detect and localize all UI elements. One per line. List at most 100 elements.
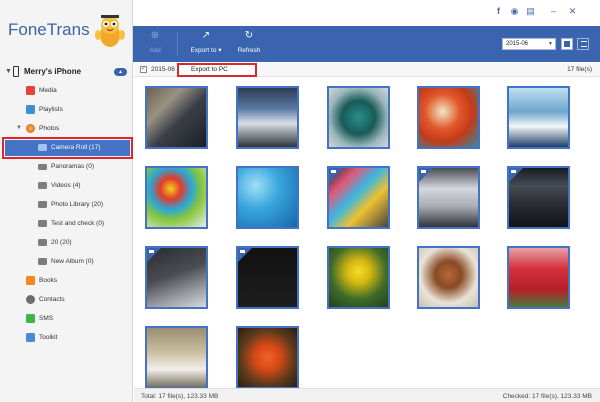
photo-thumbnail (238, 328, 297, 387)
collapse-arrow-icon[interactable]: ▼ (5, 68, 12, 75)
status-checked: Checked: 17 file(s), 123.33 MB (502, 393, 592, 400)
snowy-mountain-photo[interactable] (507, 86, 570, 149)
album-icon (38, 258, 47, 265)
dog-photo[interactable] (417, 246, 480, 309)
dodecahedron-photo[interactable] (327, 86, 390, 149)
sidebar-item-album-20[interactable]: 20 (20) (0, 236, 133, 250)
dark-settings-photo[interactable] (507, 166, 570, 229)
group-file-count: 17 file(s) (567, 66, 592, 73)
status-bar: Total: 17 file(s), 123.33 MB Checked: 17… (134, 388, 600, 402)
sidebar-item-label: 20 (20) (51, 239, 72, 246)
export-icon: ↗ (201, 30, 211, 41)
app-title: FoneTrans (8, 20, 90, 39)
video-badge-icon (238, 248, 252, 262)
video-badge-icon (509, 168, 523, 182)
photo-thumbnail (238, 168, 297, 227)
sidebar-item-label: New Album (0) (51, 258, 94, 265)
sidebar-item-label: Books (39, 277, 58, 284)
books-icon (26, 276, 35, 285)
video-badge-icon (419, 168, 433, 182)
export-to-button[interactable]: ↗ Export to ▾ (185, 30, 227, 58)
sidebar-item-camera-roll[interactable]: Camera Roll (17) (0, 141, 133, 155)
close-icon[interactable]: ✕ (567, 6, 578, 17)
tulip-field-photo[interactable] (507, 246, 570, 309)
device-name: Merry's iPhone (24, 67, 82, 76)
status-total: Total: 17 file(s), 123.33 MB (141, 393, 219, 400)
photo-thumbnail (147, 168, 206, 227)
laptop-photo[interactable] (145, 86, 208, 149)
date-filter-select[interactable]: 2015-06 ▼ (502, 38, 556, 50)
minimize-icon[interactable]: – (548, 6, 559, 17)
photo-thumbnail (147, 328, 206, 387)
facebook-icon[interactable]: f (493, 6, 504, 17)
sidebar: FoneTrans ▼ Merry's iPhone ▲ Media Playl… (0, 0, 133, 402)
phone-icon (13, 66, 19, 77)
screen-capture-photo[interactable] (417, 166, 480, 229)
sidebar-item-new-album[interactable]: New Album (0) (0, 255, 133, 269)
monitor-photo[interactable] (236, 86, 299, 149)
panorama-icon (38, 164, 47, 170)
photo-thumbnail (329, 88, 388, 147)
add-icon: ⊕ (150, 30, 160, 41)
group-date: 2015-06 (151, 66, 175, 73)
autumn-leaves-photo[interactable] (417, 86, 480, 149)
chat-icon[interactable]: ◉ (509, 6, 520, 17)
toolkit-icon (26, 333, 35, 342)
export-label-text: Export to (190, 47, 217, 54)
sidebar-item-test-and-check[interactable]: Test and check (0) (0, 217, 133, 231)
sidebar-item-label: Photo Library (20) (51, 201, 104, 208)
eject-icon[interactable]: ▲ (114, 68, 127, 76)
video-badge-icon (147, 248, 161, 262)
sms-icon (26, 314, 35, 323)
yellow-flowers-photo[interactable] (327, 246, 390, 309)
music-icon (26, 86, 35, 95)
brand-header: FoneTrans (0, 0, 132, 62)
sidebar-item-label: Media (39, 87, 57, 94)
export-to-pc-menu-item[interactable]: Export to PC (177, 63, 257, 77)
photo-thumbnail (419, 88, 478, 147)
list-view-button[interactable] (577, 38, 589, 50)
photo-thumbnail (147, 88, 206, 147)
group-checkbox[interactable]: ✓ (140, 66, 147, 73)
album-icon (38, 220, 47, 227)
sidebar-item-label: Toolkit (39, 334, 58, 341)
birds-photo[interactable] (145, 326, 208, 389)
balloons-photo[interactable] (145, 166, 208, 229)
sidebar-item-label: Photos (39, 125, 60, 132)
photo-thumbnail (419, 248, 478, 307)
sidebar-item-playlists[interactable]: Playlists (0, 103, 133, 117)
sidebar-item-videos[interactable]: Videos (4) (0, 179, 133, 193)
add-button[interactable]: ⊕ Add (141, 30, 169, 58)
sidebar-item-media[interactable]: Media (0, 84, 133, 98)
refresh-icon: ↻ (244, 30, 254, 41)
sidebar-item-label: SMS (39, 315, 54, 322)
black-screen-photo[interactable] (236, 246, 299, 309)
playlist-icon (26, 105, 35, 114)
toolbar-divider (177, 32, 178, 56)
photo-grid (134, 77, 600, 389)
grid-view-button[interactable] (561, 38, 573, 50)
sidebar-item-books[interactable]: Books (0, 274, 133, 288)
sidebar-item-photo-library[interactable]: Photo Library (20) (0, 198, 133, 212)
ios-homescreen-photo[interactable] (327, 166, 390, 229)
sidebar-item-sms[interactable]: SMS (0, 312, 133, 326)
album-icon (38, 239, 47, 246)
chevron-down-icon: ▼ (548, 41, 553, 47)
blue-wallpaper-photo[interactable] (236, 166, 299, 229)
sidebar-item-photos[interactable]: ▼ Photos (0, 122, 133, 136)
sidebar-item-panoramas[interactable]: Panoramas (0) (0, 160, 133, 174)
video-badge-icon (329, 168, 343, 182)
sidebar-item-contacts[interactable]: Contacts (0, 293, 133, 307)
photo-thumbnail (238, 88, 297, 147)
keyboard-photo[interactable] (145, 246, 208, 309)
export-label: Export to ▾ (190, 47, 222, 54)
sidebar-item-label: Playlists (39, 106, 63, 113)
photo-thumbnail (509, 88, 568, 147)
sidebar-item-toolkit[interactable]: Toolkit (0, 331, 133, 345)
salamander-photo[interactable] (236, 326, 299, 389)
device-row[interactable]: ▼ Merry's iPhone ▲ (0, 65, 133, 79)
refresh-button[interactable]: ↻ Refresh (234, 30, 264, 58)
menu-icon[interactable]: ▤ (525, 6, 536, 17)
expand-caret-icon[interactable]: ▼ (16, 125, 22, 131)
photo-thumbnail (329, 248, 388, 307)
